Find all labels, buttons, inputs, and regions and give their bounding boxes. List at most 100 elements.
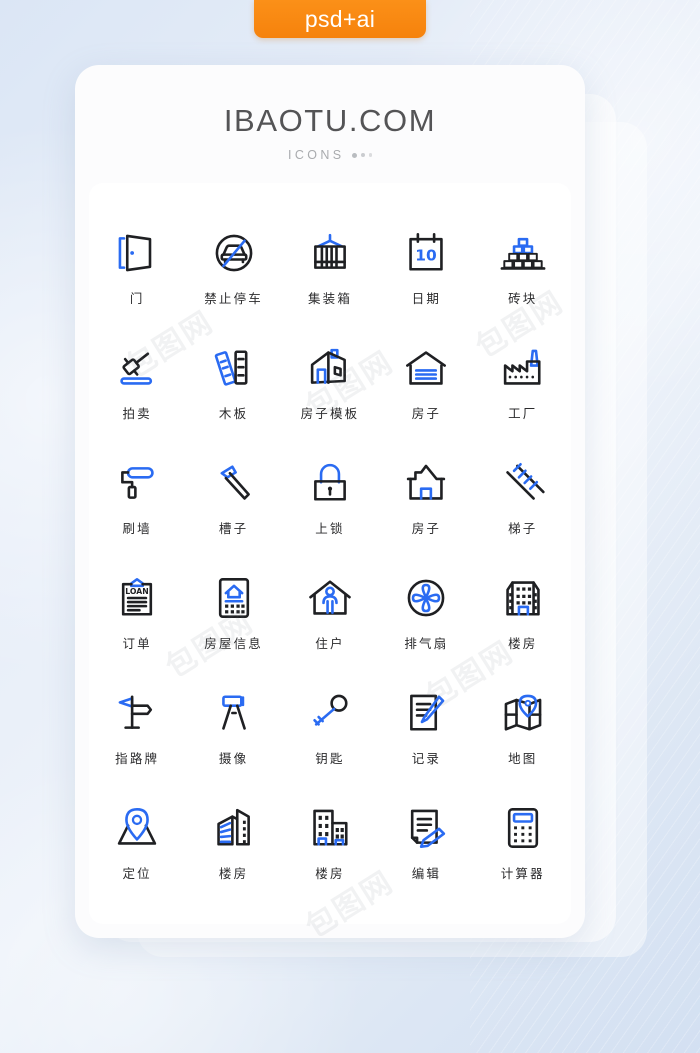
ladder-icon <box>497 457 549 509</box>
camera-tripod-icon <box>208 687 260 739</box>
icon-cell-door[interactable]: 门 <box>89 227 185 324</box>
icon-cell-exhaust-fan[interactable]: 排气扇 <box>378 572 474 669</box>
icon-cell-resident[interactable]: 住户 <box>282 572 378 669</box>
icon-cell-key[interactable]: 钥匙 <box>282 687 378 784</box>
icon-cell-wood-board[interactable]: 木板 <box>185 342 281 439</box>
icon-cell-shipping-container[interactable]: 集装箱 <box>282 227 378 324</box>
icon-cell-location-pin[interactable]: 定位 <box>89 802 185 899</box>
icon-label: 楼房 <box>315 866 345 881</box>
resident-icon <box>304 572 356 624</box>
icon-label: 摄像 <box>218 751 249 766</box>
icon-cell-city-buildings[interactable]: 楼房 <box>282 802 378 899</box>
house-info-icon <box>208 572 260 624</box>
card-header: IBAOTU.COM ICONS <box>75 65 585 162</box>
icon-label: 禁止停车 <box>204 291 263 306</box>
svg-text:LOAN: LOAN <box>125 587 148 596</box>
paint-roller-icon <box>111 457 163 509</box>
icon-cell-house[interactable]: 房子 <box>378 457 474 554</box>
icon-cell-hammer[interactable]: 槽子 <box>185 457 281 554</box>
icon-grid-panel: 门 禁止停车 集装箱 10 日期 砖块 拍卖 木板 房子模板 房子 工厂 刷墙 … <box>89 183 571 924</box>
house-icon <box>400 457 452 509</box>
card-subtitle: ICONS <box>287 148 345 162</box>
icon-label: 刷墙 <box>122 521 152 536</box>
exhaust-fan-icon <box>400 572 452 624</box>
brand-title: IBAOTU.COM <box>223 103 437 138</box>
icon-label: 日期 <box>411 291 442 306</box>
hammer-icon <box>208 457 260 509</box>
icon-cell-edit-document[interactable]: 编辑 <box>378 802 474 899</box>
icon-label: 指路牌 <box>115 751 160 766</box>
icon-cell-signpost[interactable]: 指路牌 <box>89 687 185 784</box>
icon-label: 定位 <box>122 866 152 881</box>
icon-label: 工厂 <box>508 406 538 421</box>
icon-label: 楼房 <box>218 866 249 881</box>
icon-label: 砖块 <box>508 291 538 306</box>
icon-label: 记录 <box>411 751 442 766</box>
office-buildings-icon <box>208 802 260 854</box>
icon-label: 房子 <box>411 521 442 536</box>
shipping-container-icon <box>304 227 356 279</box>
icon-cell-map[interactable]: 地图 <box>475 687 571 784</box>
auction-gavel-icon <box>111 342 163 394</box>
icon-label: 上锁 <box>315 521 345 536</box>
icon-label: 梯子 <box>508 521 538 536</box>
icon-cell-paint-roller[interactable]: 刷墙 <box>89 457 185 554</box>
icon-cell-no-parking[interactable]: 禁止停车 <box>185 227 281 324</box>
icon-label: 门 <box>129 291 145 306</box>
key-icon <box>304 687 356 739</box>
icon-label: 地图 <box>508 751 538 766</box>
icon-cell-auction-gavel[interactable]: 拍卖 <box>89 342 185 439</box>
icon-cell-factory[interactable]: 工厂 <box>475 342 571 439</box>
icon-label: 编辑 <box>411 866 442 881</box>
icon-cell-bricks[interactable]: 砖块 <box>475 227 571 324</box>
padlock-icon <box>304 457 356 509</box>
factory-icon <box>497 342 549 394</box>
wood-board-icon <box>208 342 260 394</box>
icon-label: 集装箱 <box>307 291 353 306</box>
icon-set-card: IBAOTU.COM ICONS 门 禁止停车 集装箱 10 日期 砖块 拍卖 … <box>75 65 585 938</box>
dots-icon <box>351 152 373 158</box>
location-pin-icon <box>111 802 163 854</box>
door-icon <box>111 227 163 279</box>
icon-cell-record-note[interactable]: 记录 <box>378 687 474 784</box>
icon-cell-camera-tripod[interactable]: 摄像 <box>185 687 281 784</box>
icon-label: 拍卖 <box>122 406 152 421</box>
icon-label: 房子 <box>411 406 442 421</box>
icon-cell-padlock[interactable]: 上锁 <box>282 457 378 554</box>
icon-label: 钥匙 <box>315 751 345 766</box>
icon-label: 排气扇 <box>404 636 449 651</box>
icon-cell-loan-order[interactable]: LOAN 订单 <box>89 572 185 669</box>
calculator-icon <box>497 802 549 854</box>
icon-cell-calendar-date[interactable]: 10 日期 <box>378 227 474 324</box>
record-note-icon <box>400 687 452 739</box>
card-subtitle-row: ICONS <box>75 148 585 162</box>
icon-label: 楼房 <box>508 636 538 651</box>
bricks-icon <box>497 227 549 279</box>
apartment-icon <box>497 572 549 624</box>
icon-grid: 门 禁止停车 集装箱 10 日期 砖块 拍卖 木板 房子模板 房子 工厂 刷墙 … <box>89 227 571 899</box>
icon-cell-house-info[interactable]: 房屋信息 <box>185 572 281 669</box>
no-parking-icon <box>208 227 260 279</box>
map-icon <box>497 687 549 739</box>
icon-label: 房子模板 <box>300 406 360 421</box>
svg-text:10: 10 <box>416 246 437 264</box>
icon-cell-ladder[interactable]: 梯子 <box>475 457 571 554</box>
icon-label: 住户 <box>315 636 345 651</box>
city-buildings-icon <box>304 802 356 854</box>
calendar-date-icon: 10 <box>400 227 452 279</box>
icon-label: 木板 <box>218 406 249 421</box>
icon-cell-apartment[interactable]: 楼房 <box>475 572 571 669</box>
signpost-icon <box>111 687 163 739</box>
icon-label: 计算器 <box>500 866 545 881</box>
icon-cell-calculator[interactable]: 计算器 <box>475 802 571 899</box>
house-template-icon <box>304 342 356 394</box>
icon-cell-office-buildings[interactable]: 楼房 <box>185 802 281 899</box>
icon-cell-house-garage[interactable]: 房子 <box>378 342 474 439</box>
icon-cell-house-template[interactable]: 房子模板 <box>282 342 378 439</box>
format-tag-label: psd+ai <box>304 5 376 32</box>
icon-label: 房屋信息 <box>204 636 263 651</box>
icon-label: 槽子 <box>218 521 249 536</box>
icon-label: 订单 <box>122 636 152 651</box>
edit-document-icon <box>400 802 452 854</box>
format-tag: psd+ai <box>254 0 426 38</box>
